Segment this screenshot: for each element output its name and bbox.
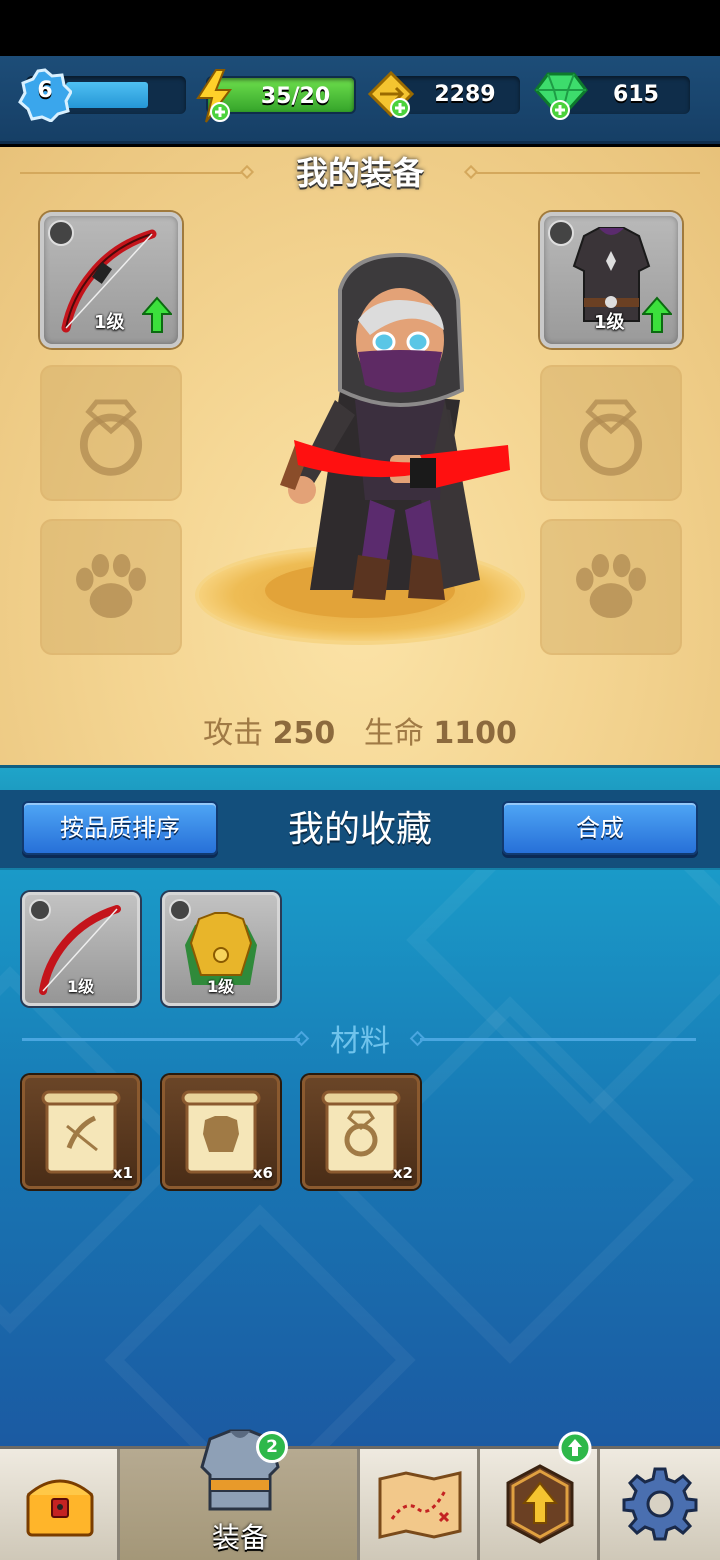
material-armor-scroll[interactable]: x6 [162,1075,280,1189]
treasure-map-icon [378,1471,462,1539]
item-level: 1级 [67,977,95,996]
merge-button[interactable]: 合成 [502,801,698,855]
weapon-slot[interactable]: 1级 [40,212,182,348]
equipment-badge: 2 [256,1431,288,1463]
nav-shop[interactable] [0,1449,120,1560]
energy-value: 35/20 [260,84,331,109]
armor-level: 1级 [594,312,625,333]
paw-placeholder-icon [576,554,646,619]
collection-item-bow[interactable]: 1级 [22,892,140,1006]
treasure-chest-icon [26,1479,94,1537]
collection-title: 我的收藏 [287,809,432,850]
armor-type-icon [548,220,574,246]
bow-type-icon [29,899,51,921]
collection-item-armor[interactable]: 1级 [162,892,280,1006]
gem-value: 615 [613,82,659,107]
nav-equipment-label: 装备 [211,1521,268,1554]
hero-stats: 攻击 250 生命 1100 [0,708,720,752]
ring-placeholder-icon [79,399,143,476]
material-count: x1 [112,1164,133,1182]
attack-label: 攻击 [203,716,264,751]
armor-slot[interactable]: 1级 [540,212,682,348]
pet-slot-left[interactable] [40,519,182,655]
paw-placeholder-icon [76,554,146,619]
material-bow-scroll[interactable]: x1 [22,1075,140,1189]
gold-coin-plus-icon[interactable] [366,70,416,120]
hp-value: 1100 [433,716,517,751]
material-count: x2 [392,1164,413,1182]
equipment-title: 我的装备 [295,154,424,192]
materials-divider-right [420,1038,696,1041]
armor-type-icon [169,899,191,921]
bow-type-icon [48,220,74,246]
nav-upgrade[interactable] [480,1431,600,1560]
background-pattern [104,1204,416,1448]
hp-label: 生命 [363,716,424,751]
ring-placeholder-icon [579,399,643,476]
ring-slot-left[interactable] [40,365,182,501]
sort-by-quality-button[interactable]: 按品质排序 [22,801,218,855]
weapon-level: 1级 [94,312,125,333]
upgrade-arrow-icon [642,296,672,333]
ring-slot-right[interactable] [540,365,682,501]
item-level: 1级 [207,977,235,996]
upgrade-hexagon-icon [506,1464,574,1544]
gem-plus-icon[interactable] [534,70,588,122]
upgrade-available-badge-icon [558,1431,592,1465]
gold-value: 2289 [434,82,496,107]
attack-value: 250 [272,716,336,751]
xp-bar-fill [66,82,148,108]
upgrade-arrow-icon [142,296,172,333]
material-ring-scroll[interactable]: x2 [302,1075,420,1189]
player-level: 6 [37,78,53,103]
lightning-plus-icon[interactable] [192,68,238,124]
nav-map[interactable] [360,1449,480,1560]
gear-icon [622,1467,698,1541]
status-bar [0,0,720,56]
material-count: x6 [252,1164,273,1182]
hero-character[interactable] [280,250,520,610]
resource-bar: 6 35/20 2289 615 [0,56,720,144]
nav-settings[interactable] [600,1449,720,1560]
pet-slot-right[interactable] [540,519,682,655]
